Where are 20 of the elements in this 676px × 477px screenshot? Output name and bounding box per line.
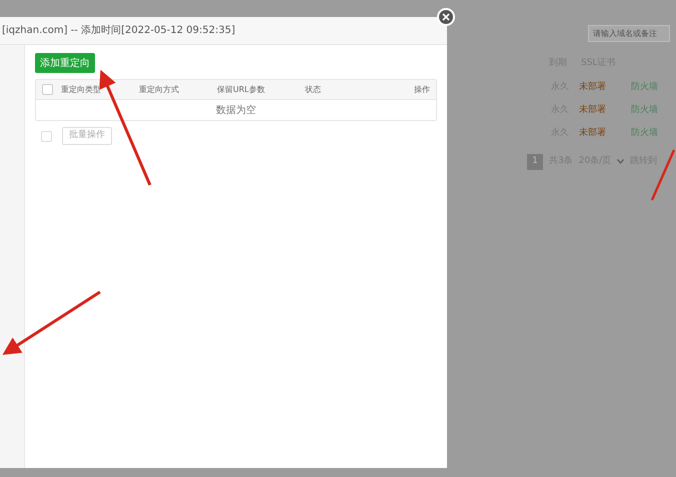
column-header: 保留URL参数 xyxy=(217,84,266,96)
firewall-link[interactable]: 防火墙 xyxy=(631,81,658,95)
add-redirect-button[interactable]: 添加重定向 xyxy=(35,53,95,73)
empty-message: 数据为空 xyxy=(216,104,256,118)
page-button[interactable]: 1 xyxy=(527,154,543,170)
batch-checkbox[interactable] xyxy=(41,130,52,142)
column-header: 操作 xyxy=(414,84,430,96)
select-all-checkbox[interactable] xyxy=(42,84,53,95)
search-field[interactable]: 请输入域名或备注 xyxy=(588,25,670,42)
column-header: 重定向方式 xyxy=(139,84,180,96)
firewall-link[interactable]: 防火墙 xyxy=(631,104,658,118)
column-header: 状态 xyxy=(305,84,322,96)
batch-action-button[interactable]: 批量操作 xyxy=(62,127,112,145)
ssl-status[interactable]: 未部署 xyxy=(579,104,631,118)
dialog-title: [iqzhan.com] -- 添加时间[2022-05-12 09:52:35] xyxy=(2,24,236,38)
firewall-link[interactable]: 防火墙 xyxy=(631,127,658,141)
close-icon[interactable] xyxy=(437,8,455,26)
ssl-status[interactable]: 未部署 xyxy=(579,127,631,141)
chevron-down-icon xyxy=(617,159,624,164)
ssl-status[interactable]: 未部署 xyxy=(579,81,631,95)
